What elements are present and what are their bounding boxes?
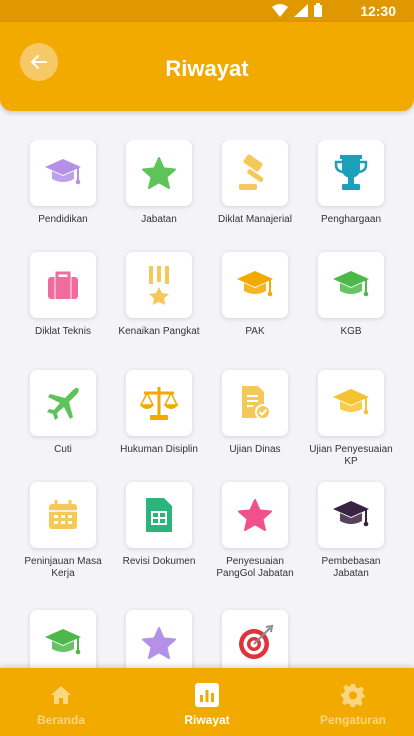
- status-icons: [272, 3, 322, 17]
- menu-item-label: Penyesuaian PangGol Jabatan: [216, 556, 294, 579]
- menu-item[interactable]: [111, 610, 207, 668]
- menu-tile[interactable]: [222, 370, 288, 436]
- menu-tile[interactable]: [318, 370, 384, 436]
- menu-item-label: KGB: [340, 326, 362, 337]
- menu-item[interactable]: Kenaikan Pangkat: [111, 252, 207, 338]
- gavel-icon: [235, 153, 275, 193]
- menu-item-label: Peninjauan Masa Kerja: [24, 556, 102, 579]
- star-icon: [141, 626, 177, 660]
- menu-tile[interactable]: [126, 610, 192, 668]
- menu-tile[interactable]: [30, 370, 96, 436]
- menu-item-label: Ujian Penyesuaian KP: [309, 444, 393, 467]
- bottom-navigation: Beranda Riwayat Pengaturan: [0, 668, 414, 736]
- star-icon: [141, 156, 177, 190]
- status-bar: 12:30: [0, 0, 414, 22]
- graduation-cap-icon: [43, 156, 83, 190]
- bar-chart-icon: [152, 682, 262, 708]
- menu-item[interactable]: Pembebasan Jabatan: [303, 482, 399, 580]
- menu-item[interactable]: Penghargaan: [303, 140, 399, 226]
- nav-beranda[interactable]: Beranda: [6, 682, 116, 727]
- menu-item-label: PAK: [245, 326, 265, 337]
- menu-item[interactable]: [207, 610, 303, 668]
- menu-tile[interactable]: [318, 482, 384, 548]
- menu-item-label: Jabatan: [141, 214, 177, 225]
- target-icon: [236, 624, 274, 662]
- menu-item-label: Penghargaan: [320, 214, 382, 225]
- menu-item-label: Hukuman Disiplin: [120, 444, 198, 455]
- medal-icon: [143, 264, 175, 306]
- menu-item[interactable]: [15, 610, 111, 668]
- menu-item[interactable]: Diklat Manajerial: [207, 140, 303, 226]
- menu-item-label: Diklat Teknis: [35, 326, 91, 337]
- menu-item[interactable]: Ujian Dinas: [207, 370, 303, 456]
- menu-tile[interactable]: [126, 482, 192, 548]
- menu-tile[interactable]: [222, 140, 288, 206]
- menu-tile[interactable]: [126, 140, 192, 206]
- menu-tile[interactable]: [126, 252, 192, 318]
- menu-tile[interactable]: [30, 140, 96, 206]
- menu-item[interactable]: Diklat Teknis: [15, 252, 111, 338]
- menu-tile[interactable]: [30, 482, 96, 548]
- menu-item[interactable]: Hukuman Disiplin: [111, 370, 207, 456]
- menu-item[interactable]: PAK: [207, 252, 303, 338]
- graduation-cap-icon: [43, 626, 83, 660]
- spreadsheet-document-icon: [144, 496, 174, 534]
- calendar-icon: [46, 498, 80, 532]
- trophy-icon: [333, 153, 369, 193]
- menu-tile[interactable]: [318, 140, 384, 206]
- gear-icon: [298, 682, 408, 708]
- menu-item[interactable]: Penyesuaian PangGol Jabatan: [207, 482, 303, 580]
- page-title: Riwayat: [165, 56, 249, 81]
- menu-tile[interactable]: [30, 610, 96, 668]
- menu-item[interactable]: KGB: [303, 252, 399, 338]
- menu-item[interactable]: Revisi Dokumen: [111, 482, 207, 568]
- wifi-icon: [272, 3, 288, 17]
- briefcase-icon: [45, 269, 81, 301]
- menu-item[interactable]: Peninjauan Masa Kerja: [15, 482, 111, 580]
- menu-item[interactable]: Ujian Penyesuaian KP: [303, 370, 399, 468]
- menu-item-label: Revisi Dokumen: [122, 556, 196, 567]
- status-time: 12:30: [360, 3, 396, 19]
- battery-icon: [314, 3, 322, 17]
- airplane-icon: [45, 385, 81, 421]
- nav-label: Riwayat: [184, 713, 230, 727]
- menu-item-label: Kenaikan Pangkat: [118, 326, 200, 337]
- graduation-cap-icon: [331, 498, 371, 532]
- nav-label: Pengaturan: [319, 713, 386, 727]
- menu-item[interactable]: Cuti: [15, 370, 111, 456]
- signal-icon: [294, 3, 308, 17]
- graduation-cap-icon: [331, 386, 371, 420]
- menu-tile[interactable]: [126, 370, 192, 436]
- menu-grid: Pendidikan Jabatan Diklat Manajerial Pengha…: [0, 140, 414, 668]
- scales-icon: [139, 385, 179, 421]
- menu-item-label: Cuti: [54, 444, 72, 455]
- document-check-icon: [238, 384, 272, 422]
- star-icon: [237, 498, 273, 532]
- graduation-cap-icon: [331, 268, 371, 302]
- menu-tile[interactable]: [318, 252, 384, 318]
- graduation-cap-icon: [235, 268, 275, 302]
- home-icon: [6, 682, 116, 708]
- menu-item-label: Pembebasan Jabatan: [321, 556, 381, 579]
- menu-item-label: Ujian Dinas: [229, 444, 281, 455]
- menu-item[interactable]: Jabatan: [111, 140, 207, 226]
- nav-pengaturan[interactable]: Pengaturan: [298, 682, 408, 727]
- app-header: Riwayat: [0, 22, 414, 111]
- nav-label: Beranda: [36, 713, 86, 727]
- menu-item[interactable]: Pendidikan: [15, 140, 111, 226]
- menu-tile[interactable]: [30, 252, 96, 318]
- menu-item-label: Pendidikan: [38, 214, 88, 225]
- menu-tile[interactable]: [222, 252, 288, 318]
- menu-item-label: Diklat Manajerial: [218, 214, 292, 225]
- nav-riwayat[interactable]: Riwayat: [152, 682, 262, 727]
- menu-tile[interactable]: [222, 610, 288, 668]
- menu-tile[interactable]: [222, 482, 288, 548]
